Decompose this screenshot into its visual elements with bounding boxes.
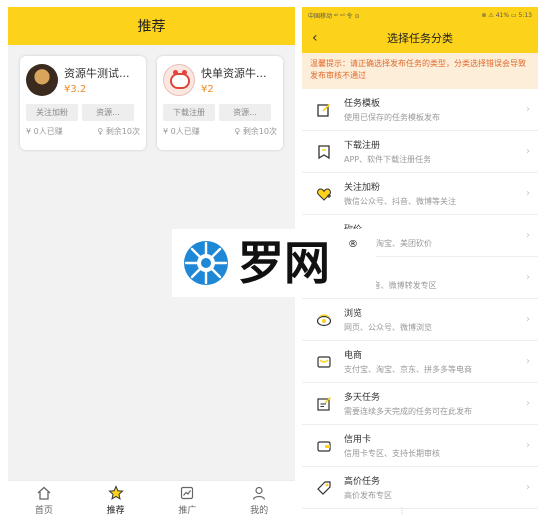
chevron-right-icon: › xyxy=(526,482,530,493)
wallet-icon xyxy=(317,440,331,452)
task-price: ¥2 xyxy=(201,84,214,95)
task-card[interactable]: 资源牛测试... ¥3.2 关注加粉 资源... ¥ 0人已赚 ♀ 剩余10次 xyxy=(20,56,146,150)
category-item[interactable]: 信用卡 信用卡专区、支持长期审核 › xyxy=(302,425,538,467)
chevron-right-icon: › xyxy=(526,398,530,409)
chevron-right-icon: › xyxy=(526,146,530,157)
earned-count: ¥ 0人已赚 xyxy=(26,127,63,136)
tab-promote[interactable]: 推广 xyxy=(162,485,212,516)
remaining-count: ♀ 剩余10次 xyxy=(234,127,277,136)
chevron-right-icon: › xyxy=(526,314,530,325)
category-item[interactable]: 浏览 网页、公众号、微博浏览 › xyxy=(302,299,538,341)
remaining-count: ♀ 剩余10次 xyxy=(97,127,140,136)
tab-mine[interactable]: 我的 xyxy=(234,485,284,516)
chevron-right-icon: › xyxy=(526,188,530,199)
category-item[interactable]: 多天任务 需要连续多天完成的任务可在此发布 › xyxy=(302,383,538,425)
category-item[interactable]: 高价任务 高价发布专区 › xyxy=(302,467,538,509)
category-item[interactable]: 任务模板 使用已保存的任务模板发布 › xyxy=(302,89,538,131)
tab-home[interactable]: 首页 xyxy=(19,485,69,516)
star-icon xyxy=(107,485,124,500)
logo-icon xyxy=(184,241,228,285)
page-title: 推荐 xyxy=(137,19,166,35)
task-tag: 下载注册 xyxy=(163,104,215,121)
chart-icon xyxy=(181,486,194,500)
task-price: ¥3.2 xyxy=(64,84,87,95)
page-title: 选择任务分类 xyxy=(387,32,453,45)
category-list: 任务模板 使用已保存的任务模板发布 › 下载注册 APP、软件下载注册任务 › 关注… xyxy=(302,89,538,509)
task-name: 资源牛测试... xyxy=(64,67,130,80)
category-item[interactable]: 下载注册 APP、软件下载注册任务 › xyxy=(302,131,538,173)
task-tag: 关注加粉 xyxy=(26,104,78,121)
bottom-tab-bar: 首页 推荐 推广 我的 xyxy=(8,480,295,520)
category-item[interactable]: 电商 支付宝、淘宝、京东、拼多多等电商 › xyxy=(302,341,538,383)
avatar xyxy=(26,64,58,96)
tag-icon xyxy=(317,480,331,495)
calendar-icon xyxy=(317,396,332,411)
brand-name: 罗网 xyxy=(238,236,330,290)
eye-icon xyxy=(316,313,332,326)
chevron-right-icon: › xyxy=(526,272,530,283)
mail-icon xyxy=(317,355,331,368)
notice-banner: 温馨提示：请正确选择发布任务的类型，分类选择错误会导致发布审核不通过 xyxy=(302,53,538,89)
scroll-indicator: ⋮ xyxy=(398,506,407,515)
chevron-right-icon: › xyxy=(526,356,530,367)
chevron-right-icon: › xyxy=(526,440,530,451)
chevron-right-icon: › xyxy=(526,104,530,115)
task-card-list: 资源牛测试... ¥3.2 关注加粉 资源... ¥ 0人已赚 ♀ 剩余10次 … xyxy=(8,45,295,150)
task-tag: 资源... xyxy=(219,104,271,121)
earned-count: ¥ 0人已赚 xyxy=(163,127,200,136)
status-bar: 中国移动 ᵃⁱˡ ᵃⁱˡ 令 ⊙ ⊗ ⚠ 41% ▭ 5:13 xyxy=(302,7,538,23)
watermark: 罗网 ® xyxy=(172,229,376,297)
bookmark-icon xyxy=(318,144,330,159)
avatar xyxy=(163,64,195,96)
tab-recommend[interactable]: 推荐 xyxy=(91,485,141,516)
top-bar: 推荐 xyxy=(8,7,295,45)
task-card[interactable]: 快单资源牛... ¥2 下载注册 资源... ¥ 0人已赚 ♀ 剩余10次 xyxy=(157,56,283,150)
home-icon xyxy=(37,486,51,500)
task-name: 快单资源牛... xyxy=(201,67,267,80)
task-tag: 资源... xyxy=(82,104,134,121)
heart-plus-icon xyxy=(317,187,331,201)
chevron-right-icon: › xyxy=(526,230,530,241)
edit-icon xyxy=(317,103,331,117)
back-icon[interactable]: ‹ xyxy=(312,30,318,46)
user-icon xyxy=(253,486,266,500)
registered-mark: ® xyxy=(348,239,358,250)
category-item[interactable]: 关注加粉 微信公众号、抖音、微博等关注 › xyxy=(302,173,538,215)
nav-bar: ‹ 选择任务分类 xyxy=(302,23,538,53)
